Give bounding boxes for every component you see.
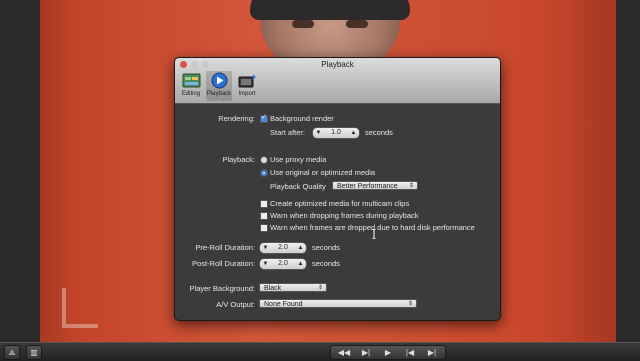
original-media-label: Use original or optimized media <box>270 168 376 177</box>
tab-import[interactable]: Import <box>234 71 260 101</box>
trim-icon[interactable]: ⟁ <box>4 345 20 360</box>
viewer-right-border <box>616 0 640 342</box>
player-background-value: Black <box>264 285 282 292</box>
decrement-icon[interactable]: ▼ <box>314 128 323 138</box>
preferences-dialog: Playback Editing Playback Import Renderi… <box>174 57 501 321</box>
presenter-eye-right <box>346 20 368 28</box>
preroll-stepper[interactable]: ▼ 2.0 ▲ <box>259 242 307 254</box>
next-edit-icon[interactable]: ▶| <box>421 346 443 359</box>
increment-icon[interactable]: ▲ <box>349 128 358 138</box>
original-media-radio[interactable] <box>260 169 268 177</box>
multicam-optimize-label: Create optimized media for multicam clip… <box>270 199 410 208</box>
play-icon[interactable]: ▶ <box>377 346 399 359</box>
mouse-cursor-icon <box>372 229 376 239</box>
chevron-updown-icon: ⇕ <box>407 301 413 307</box>
rewind-icon[interactable]: ◀◀ <box>333 346 355 359</box>
decrement-icon[interactable]: ▼ <box>261 243 270 253</box>
tab-editing-label: Editing <box>181 91 201 97</box>
step-back-icon[interactable]: ▶| <box>355 346 377 359</box>
prev-edit-icon[interactable]: |◀ <box>399 346 421 359</box>
av-output-select[interactable]: None Found ⇕ <box>259 299 417 308</box>
presenter-eye-left <box>292 20 314 28</box>
playback-pane: Rendering: Background render Start after… <box>175 104 500 320</box>
playback-quality-value: Better Performance <box>337 183 398 190</box>
proxy-media-label: Use proxy media <box>270 155 327 164</box>
tab-playback[interactable]: Playback <box>206 71 232 101</box>
playback-quality-select[interactable]: Better Performance ⇕ <box>332 181 418 190</box>
increment-icon[interactable]: ▲ <box>296 243 305 253</box>
playback-label: Playback: <box>222 155 255 164</box>
playback-quality-label: Playback Quality <box>270 182 326 191</box>
start-after-stepper[interactable]: ▼ 1.0 ▲ <box>312 127 360 139</box>
warn-disk-performance-checkbox[interactable] <box>260 224 268 232</box>
import-icon <box>238 74 256 88</box>
player-background-select[interactable]: Black ⇕ <box>259 283 327 292</box>
postroll-unit: seconds <box>312 259 340 268</box>
start-after-unit: seconds <box>365 128 393 137</box>
dialog-title: Playback <box>321 60 354 69</box>
dialog-titlebar: Playback Editing Playback Import <box>175 58 500 104</box>
start-after-label: Start after: <box>270 128 306 137</box>
tab-import-label: Import <box>238 91 256 97</box>
editing-icon <box>182 73 200 88</box>
tab-editing[interactable]: Editing <box>178 71 204 101</box>
av-output-value: None Found <box>264 301 303 308</box>
preroll-unit: seconds <box>312 243 340 252</box>
decrement-icon[interactable]: ▼ <box>261 259 270 269</box>
chevron-updown-icon: ⇕ <box>317 285 323 291</box>
postroll-label: Post-Roll Duration: <box>192 259 255 268</box>
tab-playback-label: Playback <box>206 91 232 97</box>
bottom-toolbar: ⟁ ▥ ◀◀ ▶| ▶ |◀ ▶| <box>0 342 640 361</box>
rendering-label: Rendering: <box>218 114 255 123</box>
warn-dropping-frames-checkbox[interactable] <box>260 212 268 220</box>
background-render-checkbox[interactable] <box>260 113 268 123</box>
transport-controls: ◀◀ ▶| ▶ |◀ ▶| <box>330 345 446 360</box>
preroll-label: Pre-Roll Duration: <box>195 243 255 252</box>
stripes-icon[interactable]: ▥ <box>26 345 42 360</box>
av-output-label: A/V Output: <box>216 300 255 309</box>
player-background-label: Player Background: <box>189 284 255 293</box>
preroll-value: 2.0 <box>278 244 288 251</box>
viewer-left-border <box>0 0 40 342</box>
playback-icon <box>211 72 227 89</box>
warn-dropping-frames-label: Warn when dropping frames during playbac… <box>270 211 419 220</box>
start-after-value: 1.0 <box>331 129 341 136</box>
presenter-cap <box>250 0 410 20</box>
increment-icon[interactable]: ▲ <box>296 259 305 269</box>
background-render-label: Background render <box>270 114 334 123</box>
watermark-logo <box>62 288 98 328</box>
postroll-stepper[interactable]: ▼ 2.0 ▲ <box>259 258 307 270</box>
multicam-optimize-checkbox[interactable] <box>260 200 268 208</box>
postroll-value: 2.0 <box>278 260 288 267</box>
chevron-updown-icon: ⇕ <box>408 183 414 189</box>
proxy-media-radio[interactable] <box>260 156 268 164</box>
